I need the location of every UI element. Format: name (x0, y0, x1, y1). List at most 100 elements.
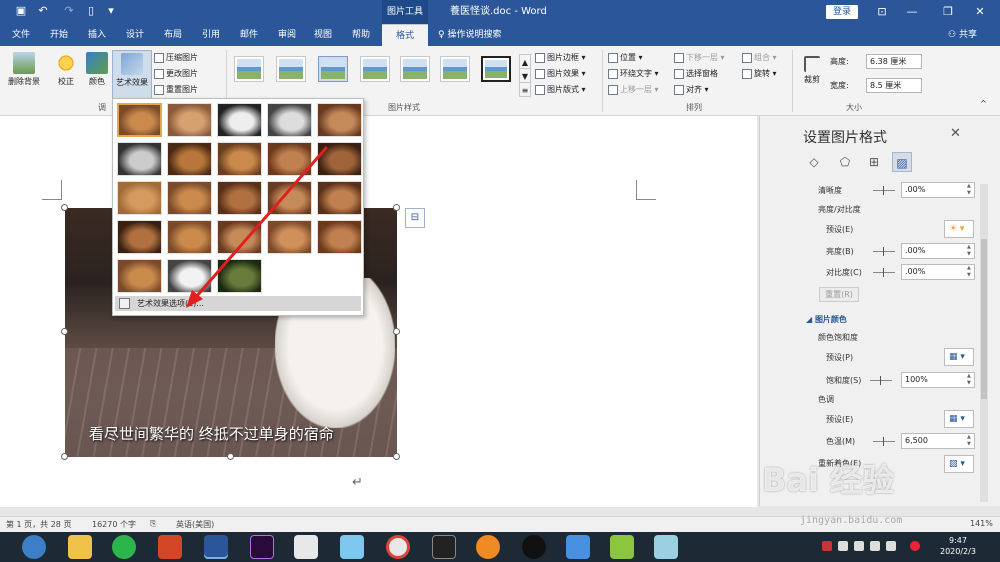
temperature-input[interactable]: 6,500 (901, 433, 975, 449)
tray-icon[interactable] (822, 541, 832, 551)
redo-icon[interactable]: ↷ (62, 4, 76, 18)
recolor-dropdown[interactable]: ▨ ▾ (944, 455, 974, 473)
selection-pane-button[interactable]: 选择窗格 (674, 66, 718, 81)
remove-background-button[interactable]: 删除背景 (4, 50, 44, 100)
system-clock[interactable]: 9:47 2020/2/3 (940, 535, 976, 557)
proofing-icon[interactable]: ⎘ (150, 519, 156, 529)
file-explorer-icon[interactable] (68, 535, 92, 559)
artistic-effect-thumbnail[interactable] (117, 259, 162, 293)
tone-preset-dropdown[interactable]: ▦ ▾ (944, 410, 974, 428)
artistic-effect-thumbnail[interactable] (267, 181, 312, 215)
tab-review[interactable]: 审阅 (270, 24, 304, 46)
tab-format[interactable]: 格式 (382, 24, 428, 46)
sharpness-input[interactable]: .00% (901, 182, 975, 198)
picture-style-3[interactable] (318, 56, 348, 82)
customize-qat-icon[interactable]: ▾ (104, 4, 118, 18)
artistic-effect-thumbnail[interactable] (217, 181, 262, 215)
gallery-more-icon[interactable]: ≡ (519, 82, 531, 97)
artistic-effect-thumbnail[interactable] (167, 142, 212, 176)
tab-mailings[interactable]: 邮件 (232, 24, 266, 46)
size-properties-tab-icon[interactable]: ⊞ (864, 152, 884, 172)
picture-style-1[interactable] (234, 56, 264, 82)
picture-style-5[interactable] (400, 56, 430, 82)
effects-tab-icon[interactable]: ⬠ (835, 152, 855, 172)
artistic-effect-thumbnail[interactable] (117, 181, 162, 215)
artistic-effect-thumbnail[interactable] (217, 259, 262, 293)
word-icon[interactable] (204, 535, 228, 559)
picture-style-7[interactable] (481, 56, 511, 82)
qq-icon[interactable] (522, 535, 546, 559)
resize-handle[interactable] (61, 328, 68, 335)
resize-handle[interactable] (61, 204, 68, 211)
artistic-effect-thumbnail[interactable] (317, 181, 362, 215)
app-icon-orange[interactable] (476, 535, 500, 559)
start-icon[interactable] (22, 535, 46, 559)
picture-style-2[interactable] (276, 56, 306, 82)
width-input[interactable]: 8.5 厘米 (866, 78, 922, 93)
picture-style-6[interactable] (440, 56, 470, 82)
close-icon[interactable]: ✕ (966, 2, 994, 22)
saturation-preset-dropdown[interactable]: ▦ ▾ (944, 348, 974, 366)
app-icon-blue[interactable] (340, 535, 364, 559)
artistic-effect-thumbnail[interactable] (317, 103, 362, 137)
bring-forward-button[interactable]: 上移一层 ▾ (608, 82, 659, 97)
picture-color-section[interactable]: ◢ 图片颜色 (806, 314, 847, 325)
group-objects-button[interactable]: 组合 ▾ (742, 50, 777, 65)
artistic-effects-button[interactable]: 艺术效果 (112, 50, 152, 100)
fill-line-tab-icon[interactable]: ◇ (804, 152, 824, 172)
wrap-text-button[interactable]: 环绕文字 ▾ (608, 66, 659, 81)
notes-icon[interactable] (610, 535, 634, 559)
artistic-effect-thumbnail[interactable] (267, 142, 312, 176)
gallery-scroll-up-icon[interactable]: ▲ (519, 54, 531, 69)
brightness-preset-dropdown[interactable]: ☀ ▾ (944, 220, 974, 238)
tray-icon[interactable] (870, 541, 880, 551)
picture-layout-button[interactable]: 图片版式 ▾ (535, 82, 586, 97)
resize-handle[interactable] (227, 453, 234, 460)
artistic-effect-thumbnail[interactable] (217, 142, 262, 176)
resize-handle[interactable] (393, 453, 400, 460)
artistic-effect-thumbnail[interactable] (117, 142, 162, 176)
video-editor-icon[interactable] (432, 535, 456, 559)
temperature-slider[interactable] (873, 437, 895, 446)
tray-icon[interactable] (886, 541, 896, 551)
undo-icon[interactable]: ↶ (36, 4, 50, 18)
height-input[interactable]: 6.38 厘米 (866, 54, 922, 69)
ribbon-display-icon[interactable]: ⊡ (868, 2, 896, 22)
ribbon-collapse-icon[interactable]: ^ (980, 96, 987, 111)
panel-close-icon[interactable]: ✕ (950, 126, 961, 141)
tab-view[interactable]: 视图 (306, 24, 340, 46)
picture-effects-button[interactable]: 图片效果 ▾ (535, 66, 586, 81)
chrome-icon[interactable] (386, 535, 410, 559)
picture-style-4[interactable] (360, 56, 390, 82)
crop-button[interactable]: 裁剪 (798, 50, 826, 100)
color-button[interactable]: 颜色 (84, 50, 110, 100)
panel-scroll-thumb[interactable] (981, 239, 987, 399)
save-icon[interactable]: ▣ (14, 4, 28, 18)
brightness-slider[interactable] (873, 247, 895, 256)
tab-layout[interactable]: 布局 (156, 24, 190, 46)
picture-tab-icon[interactable]: ▨ (892, 152, 912, 172)
resize-handle[interactable] (393, 328, 400, 335)
change-picture-button[interactable]: 更改图片 (154, 66, 198, 81)
word-count[interactable]: 16270 个字 (92, 519, 136, 530)
wechat-icon[interactable] (112, 535, 136, 559)
align-button[interactable]: 对齐 ▾ (674, 82, 709, 97)
artistic-effect-thumbnail[interactable] (117, 103, 162, 137)
login-button[interactable]: 登录 (826, 5, 858, 19)
artistic-effect-thumbnail[interactable] (217, 220, 262, 254)
app-icon-bird[interactable] (566, 535, 590, 559)
artistic-effect-thumbnail[interactable] (317, 142, 362, 176)
tray-icon[interactable] (854, 541, 864, 551)
powerpoint-icon[interactable] (158, 535, 182, 559)
artistic-effect-thumbnail[interactable] (217, 103, 262, 137)
tab-home[interactable]: 开始 (42, 24, 76, 46)
panel-scrollbar[interactable] (980, 184, 988, 502)
sharpness-slider[interactable] (873, 186, 895, 195)
artistic-effect-thumbnail[interactable] (267, 220, 312, 254)
share-button[interactable]: ⚇ 共享 (948, 24, 977, 46)
artistic-effect-thumbnail[interactable] (167, 181, 212, 215)
page-count[interactable]: 第 1 页，共 28 页 (6, 519, 71, 530)
new-document-icon[interactable]: ▯ (84, 4, 98, 18)
tab-file[interactable]: 文件 (4, 24, 38, 46)
brightness-input[interactable]: .00% (901, 243, 975, 259)
